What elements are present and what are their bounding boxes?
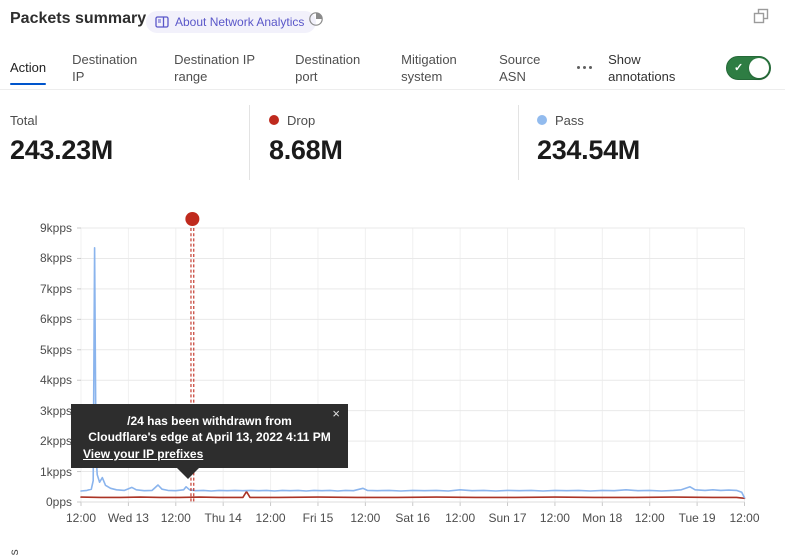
- packets-summary-card: Packets summary About Network Analytics: [0, 0, 785, 555]
- y-axis-tick-label: 6kpps: [0, 312, 72, 326]
- tab-source-asn[interactable]: Source ASN: [499, 51, 551, 85]
- stat-drop-label: Drop: [287, 113, 315, 128]
- tooltip-text-line1: /24 has been withdrawn from: [83, 413, 336, 429]
- show-annotations-toggle[interactable]: ✓: [726, 56, 771, 80]
- toggle-knob: [749, 58, 769, 78]
- active-tab-underline: [10, 83, 46, 85]
- card-header: Packets summary About Network Analytics: [0, 8, 785, 38]
- stats-row: Total 243.23M Drop 8.68M Pass 234.54M: [0, 105, 785, 180]
- dimension-tabs: Action Destination IP Destination IP ran…: [0, 46, 785, 90]
- tooltip-close-icon[interactable]: ×: [332, 407, 340, 420]
- stat-pass: Pass 234.54M: [518, 105, 785, 180]
- stat-drop-value: 8.68M: [269, 135, 518, 166]
- stat-total-value: 243.23M: [10, 135, 249, 166]
- view-ip-prefixes-link[interactable]: View your IP prefixes: [83, 446, 203, 462]
- y-axis-tick-label: 9kpps: [0, 221, 72, 235]
- y-axis-tick-label: 1kpps: [0, 465, 72, 479]
- stat-total: Total 243.23M: [0, 105, 249, 180]
- stat-pass-value: 234.54M: [537, 135, 785, 166]
- tooltip-pointer: [177, 468, 199, 479]
- y-axis-tick-label: 4kpps: [0, 373, 72, 387]
- tab-mitigation-system[interactable]: Mitigation system: [401, 51, 473, 85]
- tab-destination-ip[interactable]: Destination IP: [72, 51, 148, 85]
- check-icon: ✓: [734, 61, 743, 74]
- y-axis-tick-label: 5kpps: [0, 343, 72, 357]
- y-axis-tick-label: 7kpps: [0, 282, 72, 296]
- page-title: Packets summary: [10, 10, 146, 28]
- y-axis-title: Packets: [7, 549, 21, 555]
- badge-label: About Network Analytics: [175, 15, 304, 29]
- tab-destination-port[interactable]: Destination port: [295, 51, 375, 85]
- pass-legend-dot: [537, 115, 547, 125]
- popout-icon[interactable]: [753, 8, 769, 24]
- book-icon: [155, 16, 169, 28]
- chart-canvas: [0, 200, 785, 555]
- packets-time-series-chart[interactable]: Packets Time (local) 9kpps8kpps7kpps6kpp…: [0, 200, 785, 555]
- drop-legend-dot: [269, 115, 279, 125]
- annotation-tooltip: /24 has been withdrawn from Cloudflare's…: [71, 404, 348, 468]
- tab-destination-ip-range[interactable]: Destination IP range: [174, 51, 269, 85]
- x-axis-tick-label: 12:00: [715, 511, 775, 525]
- y-axis-tick-label: 3kpps: [0, 404, 72, 418]
- show-annotations-label: Show annotations: [608, 51, 692, 85]
- y-axis-tick-label: 2kpps: [0, 434, 72, 448]
- pie-chart-icon[interactable]: [308, 11, 324, 27]
- stat-total-label: Total: [10, 113, 37, 128]
- stat-pass-label: Pass: [555, 113, 584, 128]
- tab-action[interactable]: Action: [10, 59, 46, 76]
- about-network-analytics-badge[interactable]: About Network Analytics: [146, 11, 316, 33]
- stat-drop: Drop 8.68M: [249, 105, 518, 180]
- y-axis-tick-label: 8kpps: [0, 251, 72, 265]
- y-axis-tick-label: 0pps: [0, 495, 72, 509]
- more-tabs-icon[interactable]: [577, 66, 592, 69]
- tooltip-text-line2: Cloudflare's edge at April 13, 2022 4:11…: [83, 429, 336, 445]
